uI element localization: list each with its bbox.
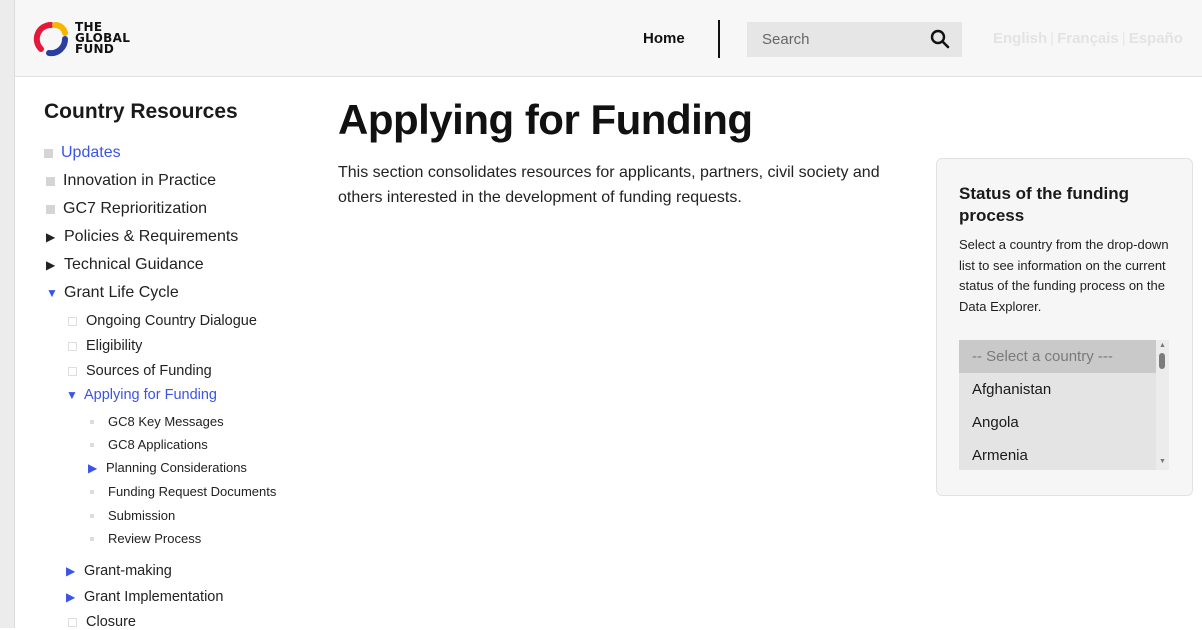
sidebar-item-label: Innovation in Practice [63, 172, 216, 189]
sidebar-item-label: Planning Considerations [106, 460, 247, 475]
sidebar: Country Resources Updates Innovation in … [44, 100, 304, 630]
site-header: THE GLOBAL FUND Home English|Français|Es… [15, 0, 1202, 77]
caret-right-icon: ▶ [66, 590, 76, 604]
scrollbar-thumb[interactable] [1159, 353, 1165, 369]
sidebar-item-label: Submission [108, 508, 176, 523]
square-bullet-icon [46, 176, 55, 186]
sidebar-item-funding-request-documents[interactable]: Funding Request Documents [88, 484, 276, 499]
caret-right-icon: ▶ [88, 460, 98, 475]
intro-paragraph: This section consolidates resources for … [338, 164, 880, 206]
global-fund-logo[interactable]: THE GLOBAL FUND [31, 19, 141, 59]
dot-bullet-icon [90, 489, 94, 494]
sidebar-item-technical-guidance[interactable]: ▶ Technical Guidance [46, 256, 204, 274]
caret-down-icon: ▼ [66, 388, 78, 402]
sidebar-item-label: Grant Implementation [84, 589, 224, 605]
lang-francais-link[interactable]: Français [1057, 30, 1119, 47]
square-bullet-icon [46, 204, 55, 214]
sidebar-item-grant-making[interactable]: ▶ Grant-making [66, 563, 172, 579]
sidebar-item-label: Review Process [108, 531, 202, 546]
square-outline-bullet-icon [68, 617, 77, 627]
sidebar-item-eligibility[interactable]: Eligibility [68, 338, 142, 354]
country-option-placeholder[interactable]: -- Select a country --- [959, 340, 1156, 373]
status-panel-title: Status of the funding process [959, 184, 1129, 225]
scroll-up-arrow-icon[interactable]: ▲ [1159, 342, 1166, 349]
sidebar-item-label: Technical Guidance [64, 256, 204, 273]
global-fund-logo-icon [33, 21, 69, 57]
caret-right-icon: ▶ [66, 564, 76, 578]
sidebar-item-label: Updates [61, 144, 121, 161]
funding-status-panel: Status of the funding process Select a c… [936, 158, 1193, 496]
status-panel-description: Select a country from the drop-down list… [959, 237, 1169, 314]
search-icon[interactable] [930, 29, 950, 49]
sidebar-item-label: Grant Life Cycle [64, 284, 179, 301]
sidebar-item-sources-of-funding[interactable]: Sources of Funding [68, 363, 212, 379]
page-edge-line [14, 0, 15, 628]
sidebar-item-ongoing-country-dialogue[interactable]: Ongoing Country Dialogue [68, 313, 257, 329]
scroll-down-arrow-icon[interactable]: ▼ [1159, 458, 1166, 465]
square-bullet-icon [44, 148, 53, 158]
country-option[interactable]: Angola [959, 406, 1156, 439]
square-outline-bullet-icon [68, 366, 77, 376]
logo-wordmark: THE GLOBAL FUND [75, 21, 130, 56]
sidebar-item-label: Policies & Requirements [64, 228, 239, 245]
country-list-scrollbar[interactable]: ▲ ▼ [1156, 340, 1169, 470]
search-input[interactable] [747, 22, 932, 57]
page-edge [0, 0, 14, 628]
country-option[interactable]: Armenia [959, 439, 1156, 472]
caret-right-icon: ▶ [46, 258, 56, 272]
caret-down-icon: ▼ [46, 286, 58, 300]
lang-english-link[interactable]: English [993, 30, 1047, 47]
sidebar-item-label: GC7 Reprioritization [63, 200, 208, 217]
sidebar-item-updates[interactable]: Updates [44, 144, 121, 162]
nav-home-link[interactable]: Home [643, 30, 685, 47]
sidebar-item-review-process[interactable]: Review Process [88, 531, 201, 546]
sidebar-item-label: Ongoing Country Dialogue [86, 313, 257, 329]
dot-bullet-icon [90, 536, 94, 541]
caret-right-icon: ▶ [46, 230, 56, 244]
language-switcher: English | Français | Españo [993, 30, 1183, 47]
lang-separator: | [1050, 30, 1055, 47]
dot-bullet-icon [90, 513, 94, 518]
sidebar-item-label: Funding Request Documents [108, 484, 277, 499]
dot-bullet-icon [90, 419, 94, 424]
sidebar-item-label: Sources of Funding [86, 363, 212, 379]
logo-line-3: FUND [75, 42, 115, 56]
lang-separator: | [1121, 30, 1126, 47]
sidebar-item-policies-requirements[interactable]: ▶ Policies & Requirements [46, 228, 238, 246]
sidebar-item-label: GC8 Applications [108, 437, 208, 452]
sidebar-item-grant-implementation[interactable]: ▶ Grant Implementation [66, 589, 223, 605]
sidebar-item-applying-for-funding[interactable]: ▼ Applying for Funding [66, 387, 217, 403]
search-box [747, 22, 962, 57]
country-option[interactable]: Afghanistan [959, 373, 1156, 406]
country-select-list[interactable]: -- Select a country --- Afghanistan Ango… [959, 340, 1169, 470]
sidebar-item-gc8-applications[interactable]: GC8 Applications [88, 437, 208, 452]
square-outline-bullet-icon [68, 316, 77, 326]
nav-divider [718, 20, 720, 58]
sidebar-item-gc7-reprioritization[interactable]: GC7 Reprioritization [46, 200, 207, 218]
sidebar-item-innovation-in-practice[interactable]: Innovation in Practice [46, 172, 216, 190]
sidebar-item-planning-considerations[interactable]: ▶ Planning Considerations [88, 460, 247, 475]
lang-espanol-link[interactable]: Españo [1129, 30, 1183, 47]
sidebar-item-label: Grant-making [84, 563, 172, 579]
square-outline-bullet-icon [68, 341, 77, 351]
sidebar-item-gc8-key-messages[interactable]: GC8 Key Messages [88, 414, 224, 429]
sidebar-item-label: Eligibility [86, 338, 143, 354]
sidebar-title: Country Resources [44, 100, 238, 123]
sidebar-item-label: Applying for Funding [84, 387, 217, 403]
dot-bullet-icon [90, 442, 94, 447]
sidebar-item-grant-life-cycle[interactable]: ▼ Grant Life Cycle [46, 284, 179, 302]
sidebar-item-submission[interactable]: Submission [88, 508, 175, 523]
sidebar-item-label: GC8 Key Messages [108, 414, 224, 429]
page-title: Applying for Funding [338, 96, 753, 143]
